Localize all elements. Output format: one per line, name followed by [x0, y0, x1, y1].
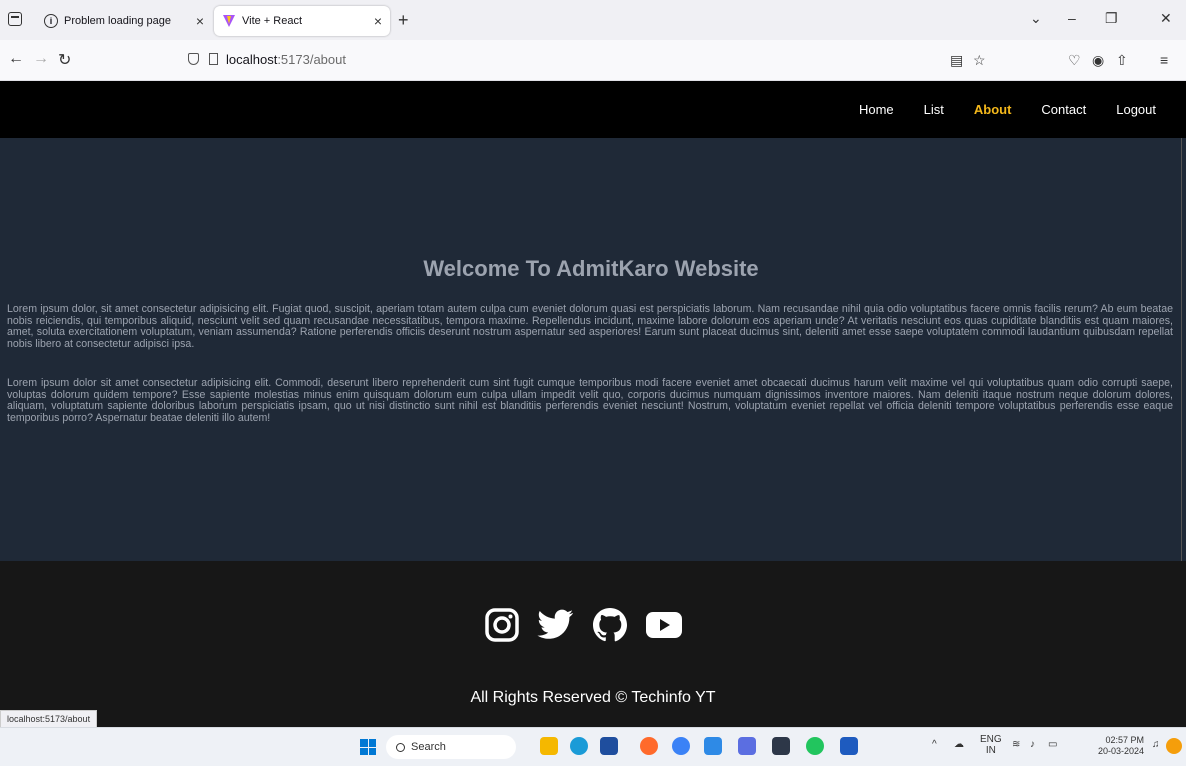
edge-icon[interactable]: [570, 737, 588, 755]
onedrive-icon[interactable]: ☁: [954, 739, 964, 750]
nav-contact[interactable]: Contact: [1041, 102, 1086, 117]
about-section: Welcome To AdmitKaro Website Lorem ipsum…: [0, 138, 1182, 561]
nav-about[interactable]: About: [974, 102, 1012, 117]
about-paragraph-2: Lorem ipsum dolor sit amet consectetur a…: [7, 377, 1173, 424]
search-icon: [396, 742, 405, 752]
page-title: Welcome To AdmitKaro Website: [423, 256, 759, 281]
taskbar-search[interactable]: Search: [386, 735, 516, 759]
language-indicator[interactable]: ENG IN: [980, 734, 1002, 756]
social-links: [482, 605, 684, 645]
nav-home[interactable]: Home: [859, 102, 894, 117]
forward-icon[interactable]: →: [33, 50, 49, 68]
back-icon[interactable]: ←: [8, 50, 24, 68]
link-status-tooltip: localhost:5173/about: [0, 710, 98, 728]
nav-logout[interactable]: Logout: [1116, 102, 1156, 117]
twitter-icon[interactable]: [536, 605, 576, 645]
search-label: Search: [411, 741, 446, 753]
youtube-icon[interactable]: [644, 605, 684, 645]
firefox-icon[interactable]: [640, 737, 658, 755]
notepad-icon[interactable]: [738, 737, 756, 755]
extensions-icon[interactable]: ⇧: [1116, 52, 1128, 69]
page-icon[interactable]: [209, 53, 218, 65]
clock-date: 20-03-2024: [1098, 746, 1145, 756]
battery-icon[interactable]: ▭: [1048, 739, 1057, 750]
vite-logo-icon: [222, 14, 236, 28]
chevron-down-icon[interactable]: ⌄: [1030, 10, 1042, 27]
terminal-icon[interactable]: [772, 737, 790, 755]
chrome-profile-icon[interactable]: [672, 737, 690, 755]
info-icon: i: [44, 14, 58, 28]
reload-icon[interactable]: ↻: [58, 50, 71, 70]
copilot-icon[interactable]: [1166, 738, 1182, 754]
lang-top: ENG: [980, 734, 1002, 745]
browser-toolbar: ← → ↻ localhost:5173/about ▤ ☆ ♡ ◉ ⇧ ≡: [0, 40, 1186, 81]
taskbar-clock[interactable]: 02:57 PM 20-03-2024: [1098, 735, 1144, 757]
site-footer: All Rights Reserved © Techinfo YT: [0, 561, 1186, 727]
minimize-icon[interactable]: –: [1068, 10, 1076, 26]
windows-start-icon[interactable]: [360, 739, 376, 755]
wifi-icon[interactable]: ≋: [1012, 739, 1020, 750]
pocket-icon[interactable]: ♡: [1068, 52, 1081, 69]
page-scrollbar[interactable]: [1181, 138, 1186, 561]
clock-time: 02:57 PM: [1105, 735, 1145, 745]
word-icon[interactable]: [840, 737, 858, 755]
tab-problem-loading[interactable]: i Problem loading page ×: [36, 6, 212, 36]
footer-copyright: All Rights Reserved © Techinfo YT: [470, 689, 716, 706]
new-tab-icon[interactable]: +: [398, 10, 409, 31]
about-paragraph-1: Lorem ipsum dolor, sit amet consectetur …: [7, 303, 1173, 350]
menu-icon[interactable]: ≡: [1160, 52, 1168, 68]
bookmark-star-icon[interactable]: ☆: [973, 52, 986, 69]
chrome-icon[interactable]: [806, 737, 824, 755]
shield-icon[interactable]: [188, 53, 199, 65]
volume-icon[interactable]: ♪: [1030, 739, 1035, 750]
tab-label: Vite + React: [242, 15, 303, 27]
reader-view-icon[interactable]: ▤: [950, 52, 963, 69]
window-close-icon[interactable]: ✕: [1160, 10, 1172, 27]
close-icon[interactable]: ×: [374, 13, 382, 29]
tray-chevron-up-icon[interactable]: ^: [932, 739, 937, 750]
url-text[interactable]: localhost:5173/about: [226, 52, 346, 67]
tab-vite-react[interactable]: Vite + React ×: [214, 6, 390, 36]
close-icon[interactable]: ×: [196, 13, 204, 29]
tab-list-icon[interactable]: [8, 12, 22, 26]
github-icon[interactable]: [590, 605, 630, 645]
store-icon[interactable]: [600, 737, 618, 755]
nav-list[interactable]: List: [924, 102, 944, 117]
file-explorer-icon[interactable]: [540, 737, 558, 755]
notification-bell-icon[interactable]: ♫: [1152, 739, 1160, 750]
vscode-icon[interactable]: [704, 737, 722, 755]
tab-label: Problem loading page: [64, 15, 172, 27]
lang-bottom: IN: [985, 745, 996, 756]
os-taskbar: Search ^ ☁ ENG IN ≋ ♪ ▭ 02:57 PM 20-03-2…: [0, 727, 1186, 766]
restore-icon[interactable]: ❐: [1105, 10, 1118, 27]
url-bar[interactable]: localhost:5173/about: [176, 45, 996, 73]
browser-tab-strip: i Problem loading page × Vite + React × …: [0, 0, 1186, 40]
instagram-icon[interactable]: [482, 605, 522, 645]
account-icon[interactable]: ◉: [1092, 52, 1104, 69]
site-header: Home List About Contact Logout: [0, 81, 1186, 138]
site-nav: Home List About Contact Logout: [829, 81, 1156, 138]
